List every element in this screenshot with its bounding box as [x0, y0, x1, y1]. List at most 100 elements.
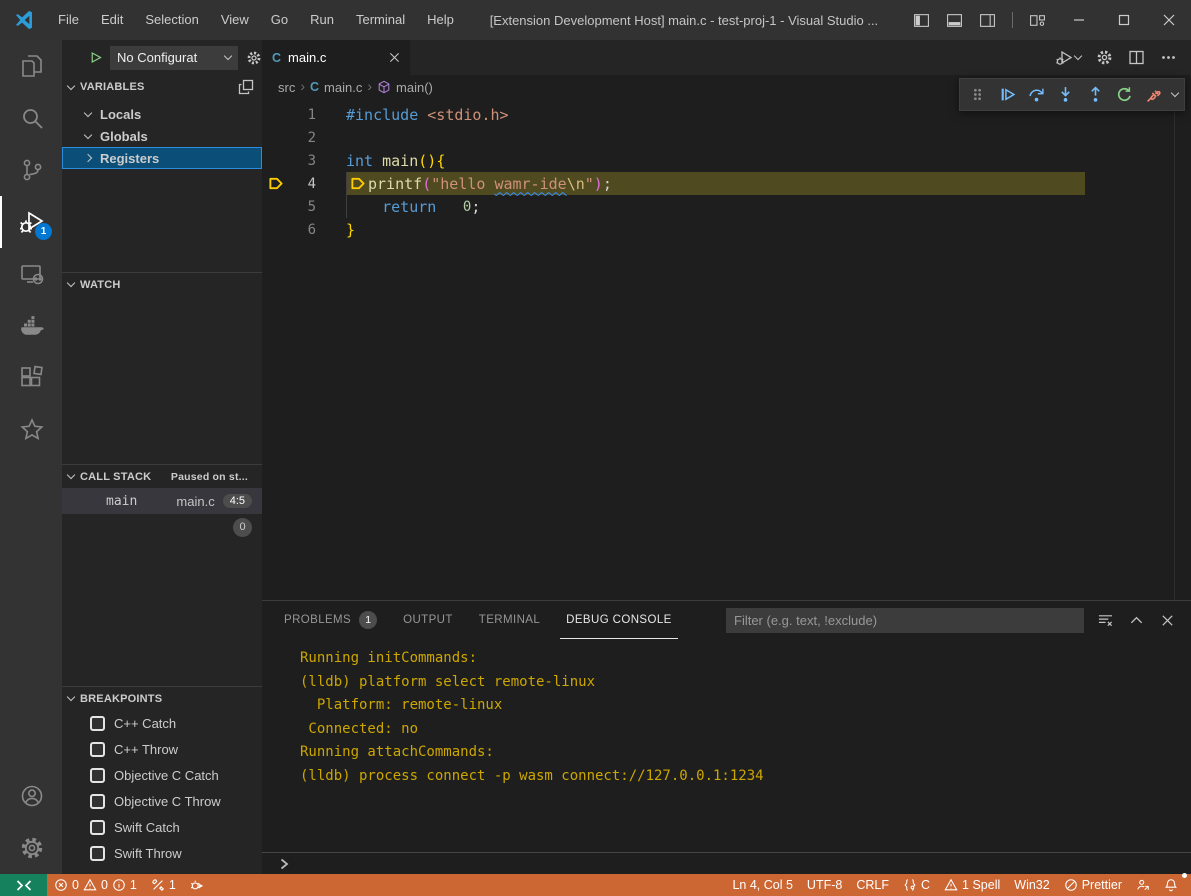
close-panel-icon[interactable]	[1160, 613, 1175, 628]
platform-status[interactable]: Win32	[1007, 874, 1056, 896]
debug-console-input[interactable]	[262, 852, 1191, 874]
toggle-panel-icon[interactable]	[946, 12, 963, 29]
breakpoint-row[interactable]: C++ Catch	[62, 710, 262, 736]
panel-tab-debug-console[interactable]: DEBUG CONSOLE	[560, 601, 678, 639]
panel-tab-terminal[interactable]: TERMINAL	[473, 601, 546, 639]
start-debug-icon[interactable]	[90, 50, 102, 65]
code-line-6[interactable]: 6}	[262, 218, 1191, 241]
line-number[interactable]: 3	[290, 153, 316, 169]
menu-go[interactable]: Go	[260, 0, 299, 40]
breakpoint-checkbox[interactable]	[90, 794, 105, 809]
continue-icon[interactable]	[995, 82, 1018, 108]
variables-item-globals[interactable]: Globals	[62, 125, 262, 147]
language-mode[interactable]: C	[896, 874, 937, 896]
breakpoint-checkbox[interactable]	[90, 820, 105, 835]
maximize-panel-icon[interactable]	[1129, 613, 1144, 628]
account-icon[interactable]	[0, 770, 62, 822]
breakpoints-section-header[interactable]: BREAKPOINTS	[62, 686, 262, 710]
code-line-5[interactable]: 5 return 0;	[262, 195, 1191, 218]
breadcrumb-symbol[interactable]: main()	[396, 80, 433, 95]
menu-terminal[interactable]: Terminal	[345, 0, 416, 40]
line-number[interactable]: 1	[290, 107, 316, 123]
star-icon[interactable]	[0, 404, 62, 456]
variables-item-registers[interactable]: Registers	[62, 147, 262, 169]
menu-run[interactable]: Run	[299, 0, 345, 40]
breakpoint-row[interactable]: Swift Catch	[62, 814, 262, 840]
code-line-2[interactable]: 2	[262, 126, 1191, 149]
breadcrumb-file[interactable]: main.c	[324, 80, 362, 95]
maximize-button[interactable]	[1101, 0, 1146, 40]
feedback-icon[interactable]	[1129, 874, 1157, 896]
line-number[interactable]: 4	[290, 176, 316, 192]
copy-icon[interactable]	[238, 79, 254, 95]
close-button[interactable]	[1146, 0, 1191, 40]
code-editor[interactable]: 1#include <stdio.h>23int main(){4printf(…	[262, 99, 1191, 600]
docker-icon[interactable]	[0, 300, 62, 352]
line-number[interactable]: 6	[290, 222, 316, 238]
step-into-icon[interactable]	[1054, 82, 1077, 108]
variables-section-header[interactable]: VARIABLES	[62, 75, 262, 99]
drag-handle-icon[interactable]	[966, 82, 989, 108]
breakpoint-row[interactable]: Objective C Catch	[62, 762, 262, 788]
eol-sequence[interactable]: CRLF	[849, 874, 896, 896]
breadcrumb-src[interactable]: src	[278, 80, 295, 95]
menu-file[interactable]: File	[47, 0, 90, 40]
close-tab-icon[interactable]	[389, 52, 400, 63]
encoding[interactable]: UTF-8	[800, 874, 849, 896]
code-line-3[interactable]: 3int main(){	[262, 149, 1191, 172]
breakpoint-checkbox[interactable]	[90, 742, 105, 757]
remote-explorer-icon[interactable]	[0, 248, 62, 300]
minimize-button[interactable]	[1056, 0, 1101, 40]
search-icon[interactable]	[0, 92, 62, 144]
watch-section-header[interactable]: WATCH	[62, 272, 262, 296]
step-out-icon[interactable]	[1084, 82, 1107, 108]
filter-input[interactable]	[734, 613, 1076, 628]
split-editor-icon[interactable]	[1128, 49, 1145, 66]
line-number[interactable]: 2	[290, 130, 316, 146]
menu-help[interactable]: Help	[416, 0, 465, 40]
debug-status[interactable]	[183, 874, 211, 896]
run-and-debug-icon[interactable]: 1	[0, 196, 62, 248]
clear-console-icon[interactable]	[1098, 613, 1113, 628]
settings-gear-icon[interactable]	[0, 822, 62, 874]
explorer-icon[interactable]	[0, 40, 62, 92]
debug-config-dropdown[interactable]: No Configurat	[110, 46, 238, 70]
breakpoint-checkbox[interactable]	[90, 716, 105, 731]
menu-view[interactable]: View	[210, 0, 260, 40]
source-control-icon[interactable]	[0, 144, 62, 196]
tab-main-c[interactable]: C main.c	[262, 40, 410, 75]
line-number[interactable]: 5	[290, 199, 316, 215]
run-or-debug-button[interactable]	[1056, 49, 1081, 66]
formatter-status[interactable]: Prettier	[1057, 874, 1129, 896]
breakpoint-checkbox[interactable]	[90, 846, 105, 861]
breakpoint-row[interactable]: C++ Throw	[62, 736, 262, 762]
call-stack-section-header[interactable]: CALL STACK Paused on st...	[62, 464, 262, 488]
restart-icon[interactable]	[1113, 82, 1136, 108]
customize-layout-icon[interactable]	[1029, 12, 1046, 29]
stack-frame-row[interactable]: main main.c 4:5	[62, 488, 262, 514]
chevron-down-icon[interactable]	[1171, 89, 1179, 97]
extensions-icon[interactable]	[0, 352, 62, 404]
step-over-icon[interactable]	[1025, 82, 1048, 108]
cursor-position[interactable]: Ln 4, Col 5	[725, 874, 799, 896]
disconnect-icon[interactable]	[1143, 82, 1166, 108]
variables-item-locals[interactable]: Locals	[62, 103, 262, 125]
breakpoint-row[interactable]: Swift Throw	[62, 840, 262, 866]
panel-tab-output[interactable]: OUTPUT	[397, 601, 459, 639]
toggle-secondary-sidebar-icon[interactable]	[979, 12, 996, 29]
current-frame-arrow-icon[interactable]	[262, 176, 290, 191]
breakpoint-row[interactable]: Objective C Throw	[62, 788, 262, 814]
tools-status[interactable]: 1	[144, 874, 183, 896]
toggle-sidebar-icon[interactable]	[913, 12, 930, 29]
more-actions-icon[interactable]	[1160, 49, 1177, 66]
menu-selection[interactable]: Selection	[134, 0, 209, 40]
problems-status[interactable]: 0 0 1	[47, 874, 144, 896]
panel-tab-problems[interactable]: PROBLEMS1	[278, 601, 383, 639]
open-launch-json-gear-icon[interactable]	[246, 50, 262, 66]
remote-indicator[interactable]	[0, 874, 47, 896]
breakpoint-checkbox[interactable]	[90, 768, 105, 783]
console-filter[interactable]	[726, 608, 1084, 633]
notifications-bell[interactable]	[1157, 874, 1185, 896]
spell-checker-status[interactable]: 1 Spell	[937, 874, 1007, 896]
code-line-4[interactable]: 4printf("hello wamr-ide\n");	[262, 172, 1191, 195]
